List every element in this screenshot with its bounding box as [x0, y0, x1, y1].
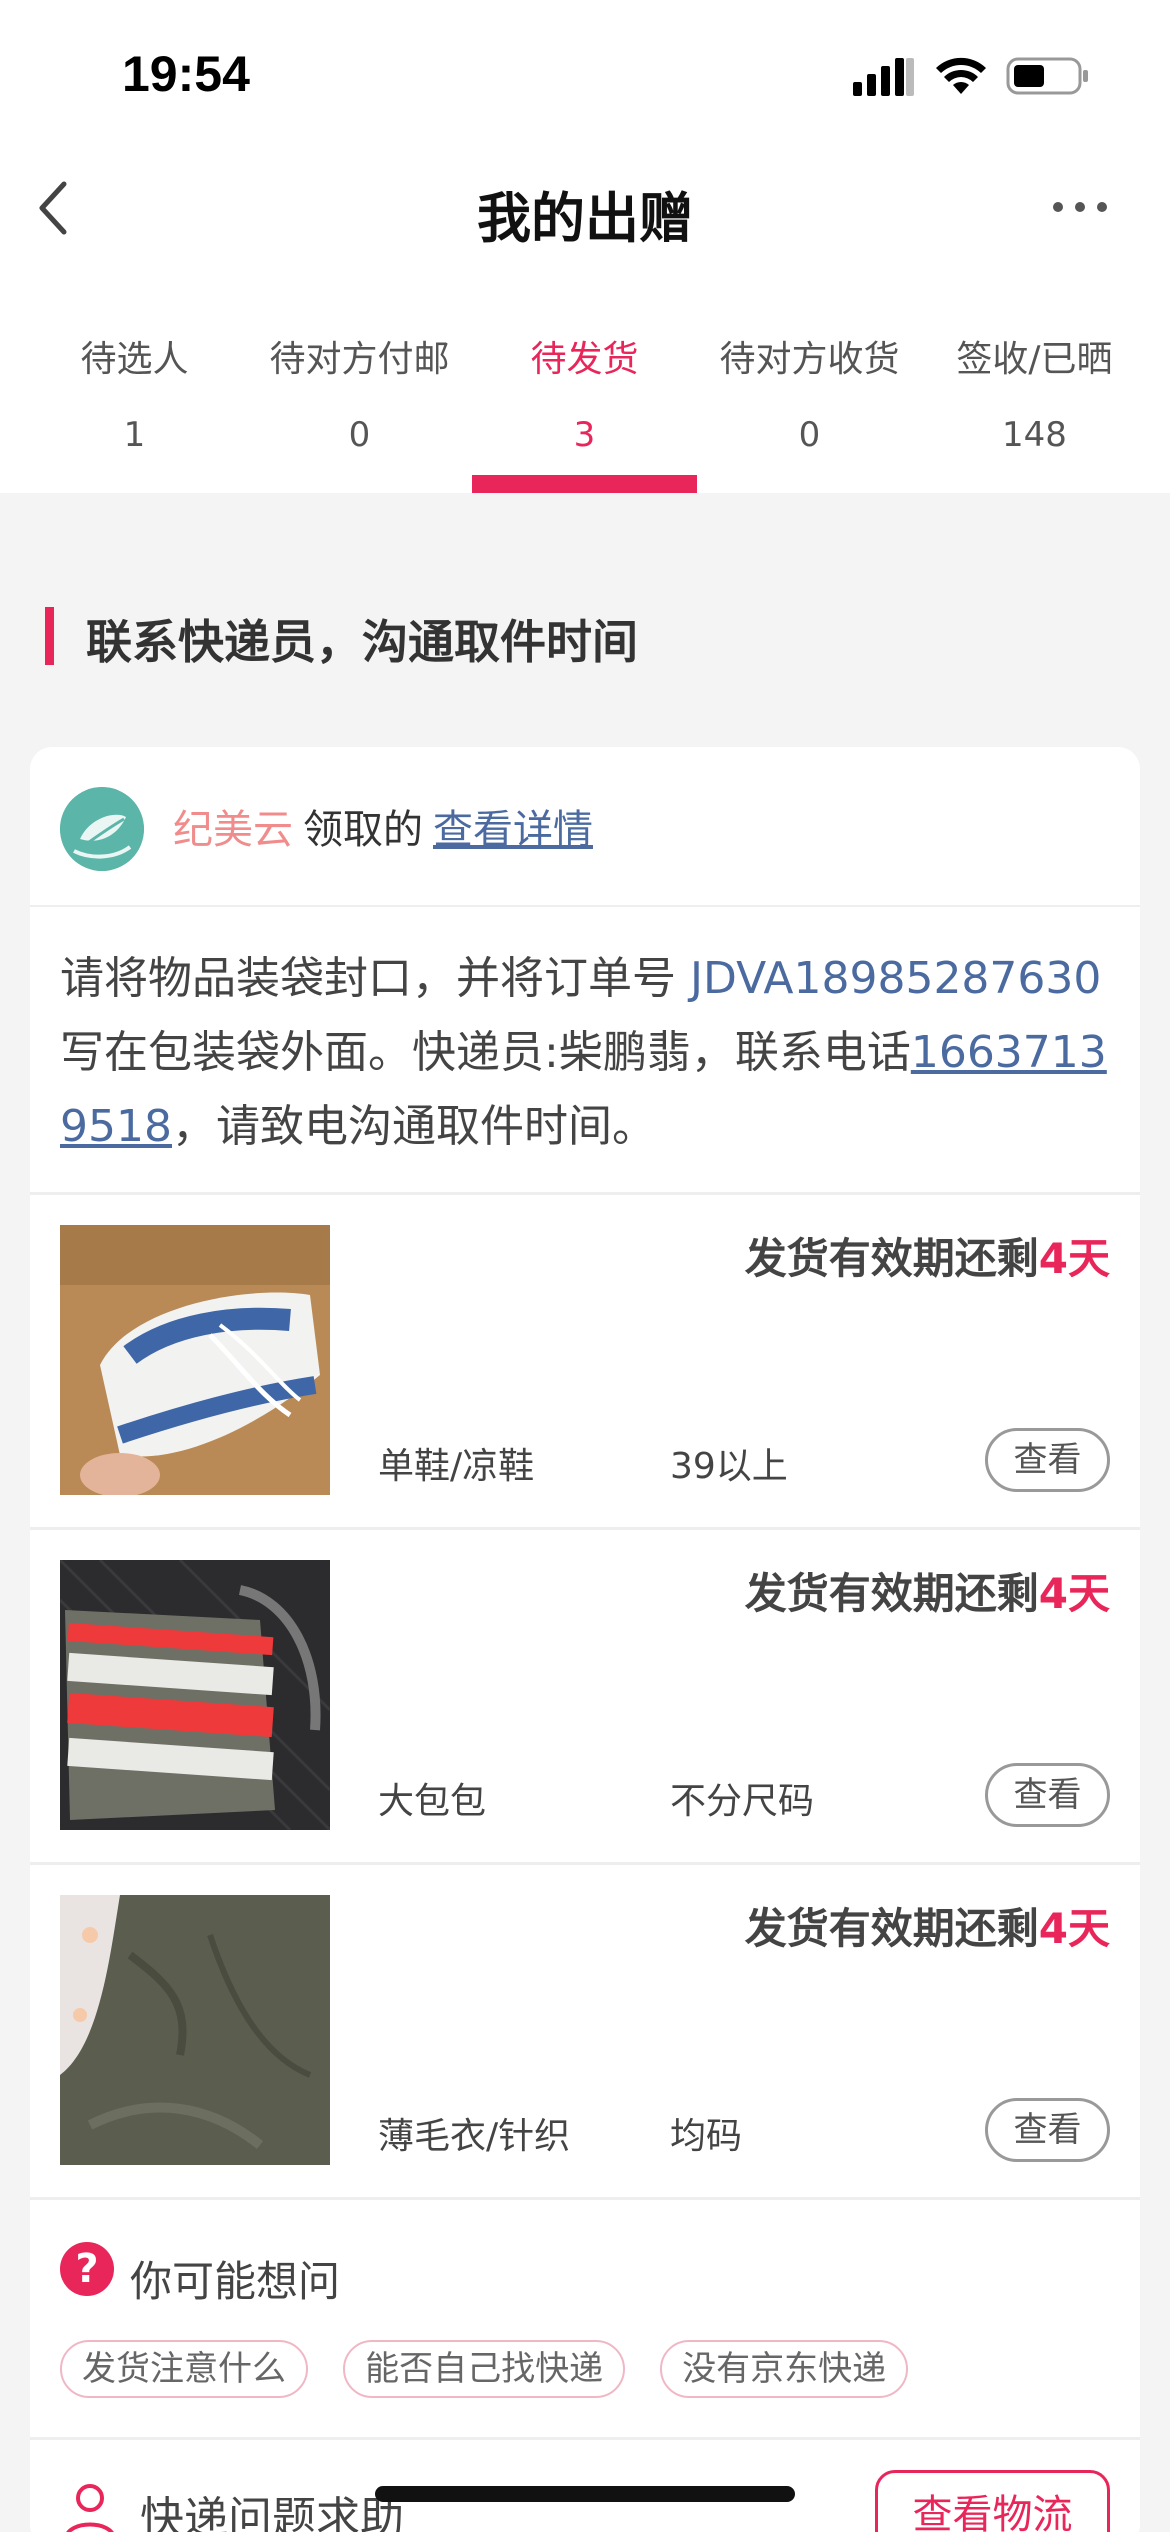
- instruction-text: 请将物品装袋封口，并将订单号: [60, 953, 676, 1004]
- page-title: 我的出赠: [477, 187, 693, 250]
- view-logistics-button[interactable]: 查看物流: [875, 2470, 1110, 2532]
- instruction-text: 写在包装袋外面。快递员:柴鹏翡，联系电话: [60, 1027, 911, 1078]
- deadline-prefix: 发货有效期还剩: [744, 1904, 1039, 1953]
- list-item[interactable]: 发货有效期还剩4天 单鞋/凉鞋 39以上 查看: [30, 1192, 1140, 1527]
- deadline-prefix: 发货有效期还剩: [744, 1569, 1039, 1618]
- tab-label: 签收/已晒: [956, 339, 1113, 380]
- ship-deadline: 发货有效期还剩4天: [745, 1225, 1110, 1286]
- ship-deadline: 发货有效期还剩4天: [745, 1895, 1110, 1956]
- deadline-prefix: 发货有效期还剩: [744, 1234, 1039, 1283]
- section-title: 联系快递员，沟通取件时间: [86, 615, 638, 669]
- faq-chip[interactable]: 没有京东快递: [660, 2340, 909, 2398]
- deadline-days: 4天: [1038, 1904, 1110, 1953]
- item-thumbnail[interactable]: [60, 1225, 330, 1495]
- view-details-link[interactable]: 查看详情: [433, 807, 593, 853]
- tab-count: 3: [573, 415, 596, 455]
- item-thumbnail[interactable]: [60, 1895, 330, 2165]
- question-icon: ?: [60, 2242, 114, 2296]
- view-button[interactable]: 查看: [985, 2098, 1110, 2162]
- avatar[interactable]: [60, 787, 144, 871]
- status-time: 19:54: [122, 46, 250, 102]
- status-bar: 19:54: [0, 0, 1170, 150]
- item-category: 单鞋/凉鞋: [378, 1446, 535, 1487]
- tab-pending-shipment[interactable]: 待发货 3: [472, 265, 697, 493]
- tab-label: 待对方收货: [719, 339, 900, 380]
- ship-deadline: 发货有效期还剩4天: [745, 1560, 1110, 1621]
- faq-section: ? 你可能想问 发货注意什么 能否自己找快递 没有京东快递: [30, 2197, 1140, 2437]
- item-list: 发货有效期还剩4天 单鞋/凉鞋 39以上 查看 发货有效期还剩4天 大包包 不分…: [30, 1192, 1140, 2197]
- list-item[interactable]: 发货有效期还剩4天 大包包 不分尺码 查看: [30, 1527, 1140, 1862]
- faq-chip[interactable]: 发货注意什么: [60, 2340, 308, 2398]
- item-size: 不分尺码: [670, 1781, 815, 1822]
- recipient-name[interactable]: 纪美云: [173, 807, 293, 853]
- tab-count: 0: [798, 415, 821, 455]
- item-category: 薄毛衣/针织: [378, 2116, 571, 2157]
- courier-help-label[interactable]: 快递问题求助: [140, 2482, 404, 2532]
- person-icon: [66, 2484, 114, 2532]
- shoes-photo-icon: [60, 1225, 330, 1495]
- faq-chips: 发货注意什么 能否自己找快递 没有京东快递: [60, 2340, 938, 2398]
- navigation-bar: 我的出赠: [0, 150, 1170, 265]
- cellular-signal-icon: [853, 58, 914, 96]
- faq-chip[interactable]: 能否自己找快递: [343, 2340, 626, 2398]
- deadline-days: 4天: [1038, 1234, 1110, 1283]
- item-thumbnail[interactable]: [60, 1560, 330, 1830]
- wifi-icon: [936, 57, 986, 94]
- instruction-text: ，请致电沟通取件时间。: [171, 1101, 656, 1152]
- item-category: 大包包: [378, 1781, 487, 1822]
- view-button[interactable]: 查看: [985, 1763, 1110, 1827]
- tab-pending-receipt[interactable]: 待对方收货 0: [697, 265, 922, 493]
- item-size: 均码: [670, 2116, 743, 2157]
- deadline-days: 4天: [1038, 1569, 1110, 1618]
- home-indicator[interactable]: [375, 2486, 795, 2502]
- view-button[interactable]: 查看: [985, 1428, 1110, 1492]
- battery-icon: [1006, 57, 1088, 95]
- claim-text: 领取的: [303, 807, 423, 853]
- shipping-instructions: 请将物品装袋封口，并将订单号 JDVA18985287630 写在包装袋外面。快…: [60, 942, 1120, 1164]
- tab-pending-selection[interactable]: 待选人 1: [22, 265, 247, 493]
- tab-pending-postage[interactable]: 待对方付邮 0: [247, 265, 472, 493]
- tab-label: 待选人: [80, 339, 189, 380]
- section-accent-bar: [45, 607, 54, 665]
- order-number[interactable]: JDVA18985287630: [690, 953, 1101, 1004]
- tab-label: 待对方付邮: [269, 339, 450, 380]
- tab-count: 1: [123, 415, 146, 455]
- faq-title: 你可能想问: [130, 2257, 341, 2306]
- item-size: 39以上: [670, 1446, 788, 1487]
- active-tab-indicator: [472, 475, 697, 493]
- courier-help-row: 快递问题求助 查看物流: [30, 2437, 1140, 2532]
- shipment-card: 纪美云 领取的 查看详情 请将物品装袋封口，并将订单号 JDVA1898528763…: [30, 747, 1140, 2532]
- tab-signed-shared[interactable]: 签收/已晒 148: [922, 265, 1147, 493]
- more-horizontal-icon[interactable]: [1050, 195, 1110, 219]
- sweater-photo-icon: [60, 1895, 330, 2165]
- bag-photo-icon: [60, 1560, 330, 1830]
- recipient-line: 纪美云 领取的 查看详情: [173, 797, 593, 855]
- tab-count: 0: [348, 415, 371, 455]
- list-item[interactable]: 发货有效期还剩4天 薄毛衣/针织 均码 查看: [30, 1862, 1140, 2197]
- tab-label: 待发货: [530, 339, 639, 380]
- tab-count: 148: [1002, 415, 1067, 455]
- card-header: 纪美云 领取的 查看详情: [30, 747, 1140, 907]
- status-tabs: 待选人 1 待对方付邮 0 待发货 3 待对方收货 0 签收/已晒 148: [0, 265, 1170, 493]
- leaf-logo-icon: [60, 787, 144, 871]
